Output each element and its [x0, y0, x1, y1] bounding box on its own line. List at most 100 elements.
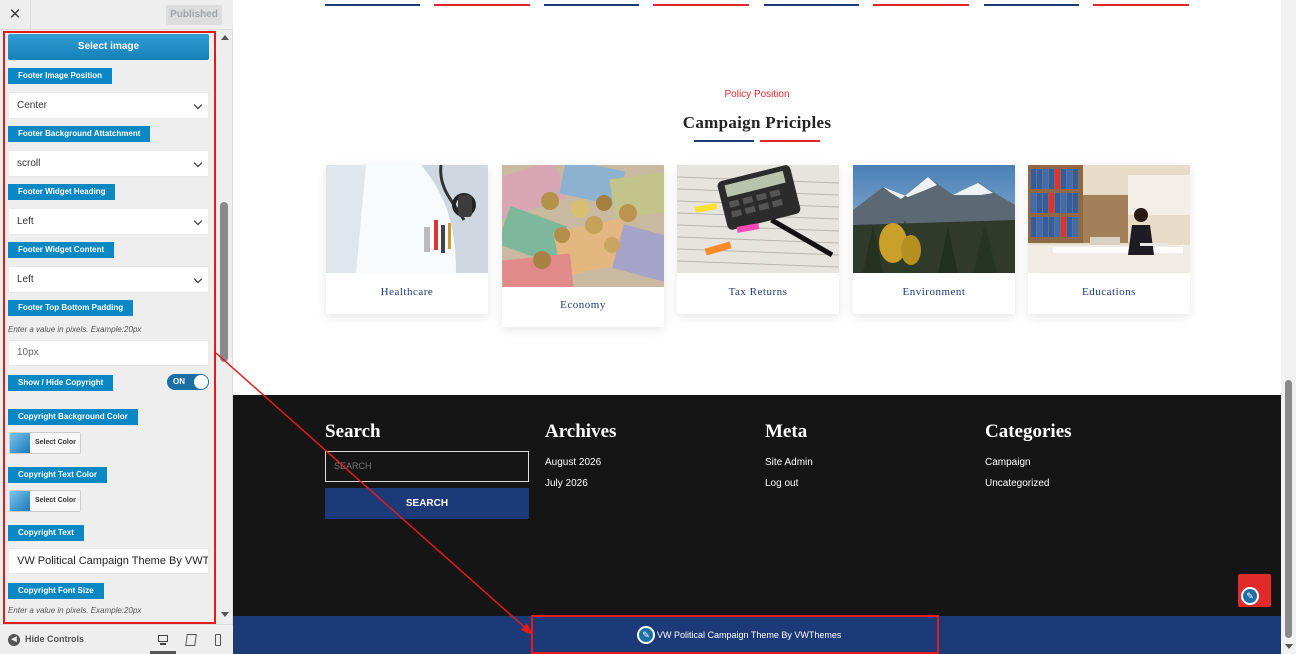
card-caption: Healthcare: [380, 286, 434, 298]
chevron-down-icon: [193, 100, 203, 110]
select-value: scroll: [17, 158, 41, 169]
title-underline: [694, 140, 754, 142]
footer-widget-heading-label: Footer Widget Heading: [8, 184, 116, 200]
select-color-label: Select Color: [35, 497, 76, 504]
policy-card-environment[interactable]: Environment: [853, 165, 1015, 314]
show-hide-copyright-label: Show / Hide Copyright: [8, 375, 114, 391]
edit-shortcut-button[interactable]: ✎: [1238, 574, 1271, 607]
scroll-down-arrow-icon[interactable]: [1285, 644, 1293, 649]
card-caption: Tax Returns: [728, 286, 788, 298]
policy-card-tax-returns[interactable]: Tax Returns: [677, 165, 839, 314]
select-value: Left: [17, 274, 34, 285]
policy-card-economy[interactable]: Economy: [502, 165, 664, 327]
copyright-bg-color-label: Copyright Background Color: [8, 409, 138, 425]
copyright-font-size-label: Copyright Font Size: [8, 583, 104, 599]
educations-image: [1028, 165, 1190, 273]
copyright-font-size-description: Enter a value in pixels. Example:20px: [8, 606, 142, 615]
copyright-bar: ✎ VW Political Campaign Theme By VWTheme…: [233, 616, 1281, 654]
scroll-thumb[interactable]: [220, 202, 228, 362]
policy-card-healthcare[interactable]: Healthcare: [326, 165, 488, 314]
chevron-down-icon: [193, 274, 203, 284]
mobile-icon: [215, 634, 221, 646]
footer-bg-attachment-select[interactable]: scroll: [8, 150, 209, 177]
footer-meta-title: Meta: [765, 421, 808, 442]
economy-image: [502, 165, 664, 287]
site-preview: Policy Position Campaign Priciples Healt…: [233, 0, 1296, 654]
divider: [325, 4, 420, 6]
category-link[interactable]: Campaign: [985, 457, 1031, 468]
environment-image: [853, 165, 1015, 273]
scroll-up-arrow-icon[interactable]: [221, 35, 229, 40]
divider: [544, 4, 639, 6]
meta-link[interactable]: Site Admin: [765, 457, 813, 468]
scroll-down-arrow-icon[interactable]: [221, 612, 229, 617]
customizer-header: ✕ Published: [0, 0, 233, 30]
desktop-icon: [158, 635, 168, 642]
footer-search-button[interactable]: SEARCH: [325, 488, 529, 519]
tablet-preview-button[interactable]: [178, 625, 204, 654]
preview-scrollbar[interactable]: [1281, 0, 1296, 654]
divider: [653, 4, 749, 6]
select-value: Left: [17, 216, 34, 227]
card-caption: Environment: [902, 286, 966, 298]
copyright-text-input[interactable]: VW Political Campaign Theme By VWThemes: [8, 548, 209, 574]
divider: [434, 4, 530, 6]
tablet-icon: [185, 634, 197, 646]
category-link[interactable]: Uncategorized: [985, 478, 1049, 489]
footer-archives-title: Archives: [545, 421, 617, 442]
copyright-text-label: Copyright Text: [8, 525, 84, 541]
divider: [764, 4, 859, 6]
copyright-text-color-label: Copyright Text Color: [8, 467, 107, 483]
footer-padding-input[interactable]: 10px: [8, 340, 209, 366]
toggle-state: ON: [173, 377, 185, 386]
mobile-preview-button[interactable]: [205, 625, 231, 654]
section-kicker: Policy Position: [724, 89, 790, 100]
tax-returns-image: [677, 165, 839, 273]
copyright-toggle[interactable]: ON: [167, 374, 209, 390]
card-caption: Economy: [560, 299, 606, 311]
pencil-icon[interactable]: ✎: [637, 626, 655, 644]
chevron-down-icon: [193, 158, 203, 168]
footer-bg-attachment-label: Footer Background Attatchment: [8, 126, 151, 142]
copyright-text-color-picker[interactable]: Select Color: [9, 490, 81, 512]
collapse-arrow-icon: ◀: [8, 633, 20, 646]
archive-link[interactable]: August 2026: [545, 457, 601, 468]
customizer-controls-panel: Select image Footer Image Position Cente…: [0, 31, 216, 623]
select-color-label: Select Color: [35, 439, 76, 446]
color-swatch: [10, 433, 30, 453]
footer-categories-title: Categories: [985, 421, 1072, 442]
divider: [873, 4, 969, 6]
chevron-down-icon: [193, 216, 203, 226]
title-underline: [760, 140, 820, 142]
sidebar-scrollbar[interactable]: [217, 31, 232, 623]
close-customizer-button[interactable]: ✕: [0, 0, 31, 30]
footer-widget-content-label: Footer Widget Content: [8, 242, 115, 258]
divider: [1093, 4, 1189, 6]
desktop-preview-button[interactable]: [150, 625, 176, 654]
meta-link[interactable]: Log out: [765, 478, 798, 489]
scroll-thumb[interactable]: [1285, 380, 1292, 638]
toggle-knob: [194, 375, 208, 389]
divider: [984, 4, 1079, 6]
archive-link[interactable]: July 2026: [545, 478, 588, 489]
pencil-icon: ✎: [1241, 587, 1259, 605]
footer-search-title: Search: [325, 421, 381, 442]
footer-search-input[interactable]: SEARCH: [325, 451, 529, 482]
customizer-sidebar: ✕ Published Select image Footer Image Po…: [0, 0, 233, 654]
select-value: Center: [17, 100, 48, 111]
footer-widget-heading-select[interactable]: Left: [8, 208, 209, 235]
hide-controls-button[interactable]: ◀ Hide Controls: [8, 625, 84, 654]
select-image-button[interactable]: Select image: [8, 34, 209, 60]
policy-card-educations[interactable]: Educations: [1028, 165, 1190, 314]
card-caption: Educations: [1082, 286, 1136, 298]
footer-widget-content-select[interactable]: Left: [8, 266, 209, 293]
copyright-text: VW Political Campaign Theme By VWThemes: [657, 630, 842, 640]
site-footer: Search SEARCH SEARCH Archives August 202…: [233, 395, 1281, 616]
healthcare-image: [326, 165, 488, 273]
copyright-bg-color-picker[interactable]: Select Color: [9, 432, 81, 454]
footer-image-position-select[interactable]: Center: [8, 92, 209, 119]
footer-padding-description: Enter a value in pixels. Example:20px: [8, 325, 142, 334]
footer-image-position-label: Footer Image Position: [8, 68, 113, 84]
published-button[interactable]: Published: [166, 5, 222, 25]
footer-padding-label: Footer Top Bottom Padding: [8, 300, 134, 316]
